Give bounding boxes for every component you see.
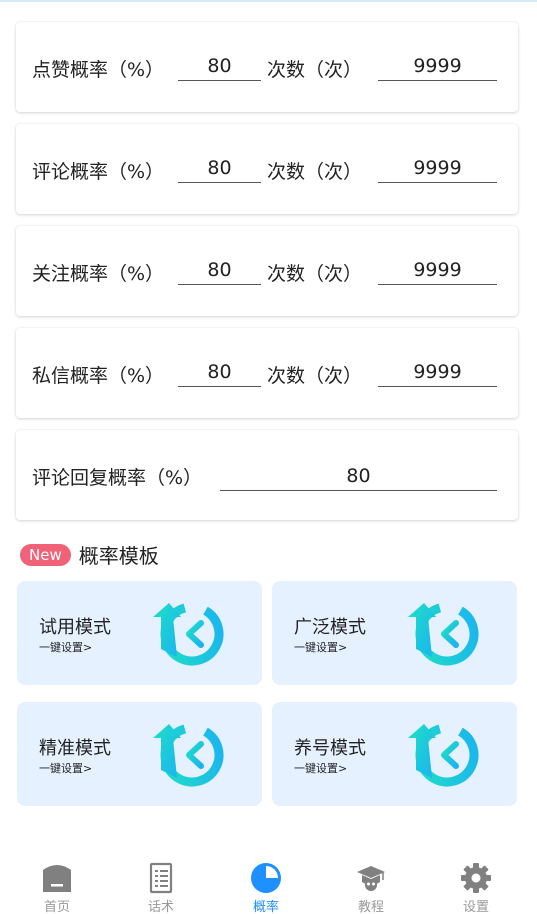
top-divider [0, 0, 537, 2]
template-account-nurture[interactable]: 养号模式 一键设置> [272, 702, 517, 806]
message-count-input[interactable] [378, 357, 497, 387]
template-precise[interactable]: 精准模式 一键设置> [17, 702, 262, 806]
refresh-back-icon [153, 602, 224, 666]
template-name: 养号模式 [294, 738, 366, 759]
comment-count-input[interactable] [378, 153, 497, 183]
template-name: 广泛模式 [294, 617, 366, 638]
comment-probability-label: 评论概率（%） [32, 161, 165, 183]
reply-probability-card: 评论回复概率（%） [16, 430, 518, 520]
tab-label: 设置 [462, 900, 489, 914]
bottom-tab-bar: 首页 话术 概率 教程 设置 [0, 858, 537, 914]
template-quick-set[interactable]: 一键设置> [39, 639, 92, 655]
template-name: 精准模式 [39, 738, 111, 759]
tab-probability[interactable]: 概率 [226, 858, 306, 914]
follow-probability-card: 关注概率（%） 次数（次） [16, 226, 518, 316]
template-broad[interactable]: 广泛模式 一键设置> [272, 581, 517, 685]
reply-probability-label: 评论回复概率（%） [32, 467, 203, 489]
new-badge: New [20, 543, 71, 566]
follow-probability-label: 关注概率（%） [32, 263, 165, 285]
script-doc-icon [149, 862, 173, 894]
like-probability-input[interactable] [178, 51, 261, 81]
like-count-label: 次数（次） [267, 59, 363, 81]
template-section-header: New 概率模板 [20, 540, 159, 569]
tab-label: 概率 [252, 900, 279, 914]
follow-count-input[interactable] [378, 255, 497, 285]
follow-count-label: 次数（次） [267, 263, 363, 285]
template-quick-set[interactable]: 一键设置> [294, 760, 347, 776]
like-count-input[interactable] [378, 51, 497, 81]
follow-probability-input[interactable] [178, 255, 261, 285]
home-icon [43, 865, 71, 892]
message-probability-label: 私信概率（%） [32, 365, 165, 387]
message-probability-card: 私信概率（%） 次数（次） [16, 328, 518, 418]
comment-count-label: 次数（次） [267, 161, 363, 183]
tab-home[interactable]: 首页 [17, 858, 97, 914]
comment-probability-card: 评论概率（%） 次数（次） [16, 124, 518, 214]
refresh-back-icon [408, 723, 479, 787]
template-name: 试用模式 [39, 617, 111, 638]
reply-probability-input[interactable] [220, 461, 497, 491]
tab-label: 教程 [357, 900, 384, 914]
like-probability-card: 点赞概率（%） 次数（次） [16, 22, 518, 112]
message-count-label: 次数（次） [267, 365, 363, 387]
tab-label: 话术 [147, 900, 174, 914]
template-quick-set[interactable]: 一键设置> [39, 760, 92, 776]
like-probability-label: 点赞概率（%） [32, 59, 165, 81]
tab-label: 首页 [43, 900, 70, 914]
pie-chart-icon [251, 863, 281, 893]
message-probability-input[interactable] [178, 357, 261, 387]
tab-settings[interactable]: 设置 [436, 858, 516, 914]
template-section-title: 概率模板 [78, 544, 159, 568]
tab-tutorial[interactable]: 教程 [331, 858, 411, 914]
tab-scripts[interactable]: 话术 [121, 858, 201, 914]
refresh-back-icon [153, 723, 224, 787]
graduation-cap-icon [357, 866, 385, 891]
refresh-back-icon [408, 602, 479, 666]
comment-probability-input[interactable] [178, 153, 261, 183]
gear-icon [461, 863, 491, 893]
template-quick-set[interactable]: 一键设置> [294, 639, 347, 655]
template-trial[interactable]: 试用模式 一键设置> [17, 581, 262, 685]
